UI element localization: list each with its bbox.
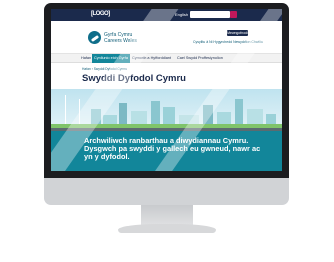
building-shape bbox=[247, 109, 263, 125]
monitor-screen: [LOGO] English Gyrfa Cymru Careers Wales… bbox=[51, 9, 282, 171]
building-shape bbox=[163, 107, 175, 125]
monitor-stand-base bbox=[118, 224, 216, 233]
search-input[interactable] bbox=[190, 11, 230, 18]
building-shape bbox=[151, 101, 160, 125]
careers-wales-logo-icon[interactable] bbox=[88, 31, 101, 44]
monitor-chin bbox=[44, 178, 289, 205]
building-shape bbox=[119, 103, 127, 125]
building-shape bbox=[131, 111, 147, 125]
government-logo[interactable]: [LOGO] bbox=[91, 11, 110, 17]
page-title: Swyddi Dyfodol Cymru bbox=[82, 73, 186, 84]
building-shape bbox=[235, 99, 243, 125]
wind-turbine-icon bbox=[65, 95, 66, 125]
search-button[interactable] bbox=[230, 11, 237, 18]
monitor-stand-neck bbox=[141, 205, 193, 225]
language-toggle-link[interactable]: English bbox=[175, 12, 188, 17]
login-button[interactable]: Mewngofnodi bbox=[227, 30, 248, 36]
nav-item-professionals[interactable]: Proffesiynolion bbox=[196, 54, 225, 63]
